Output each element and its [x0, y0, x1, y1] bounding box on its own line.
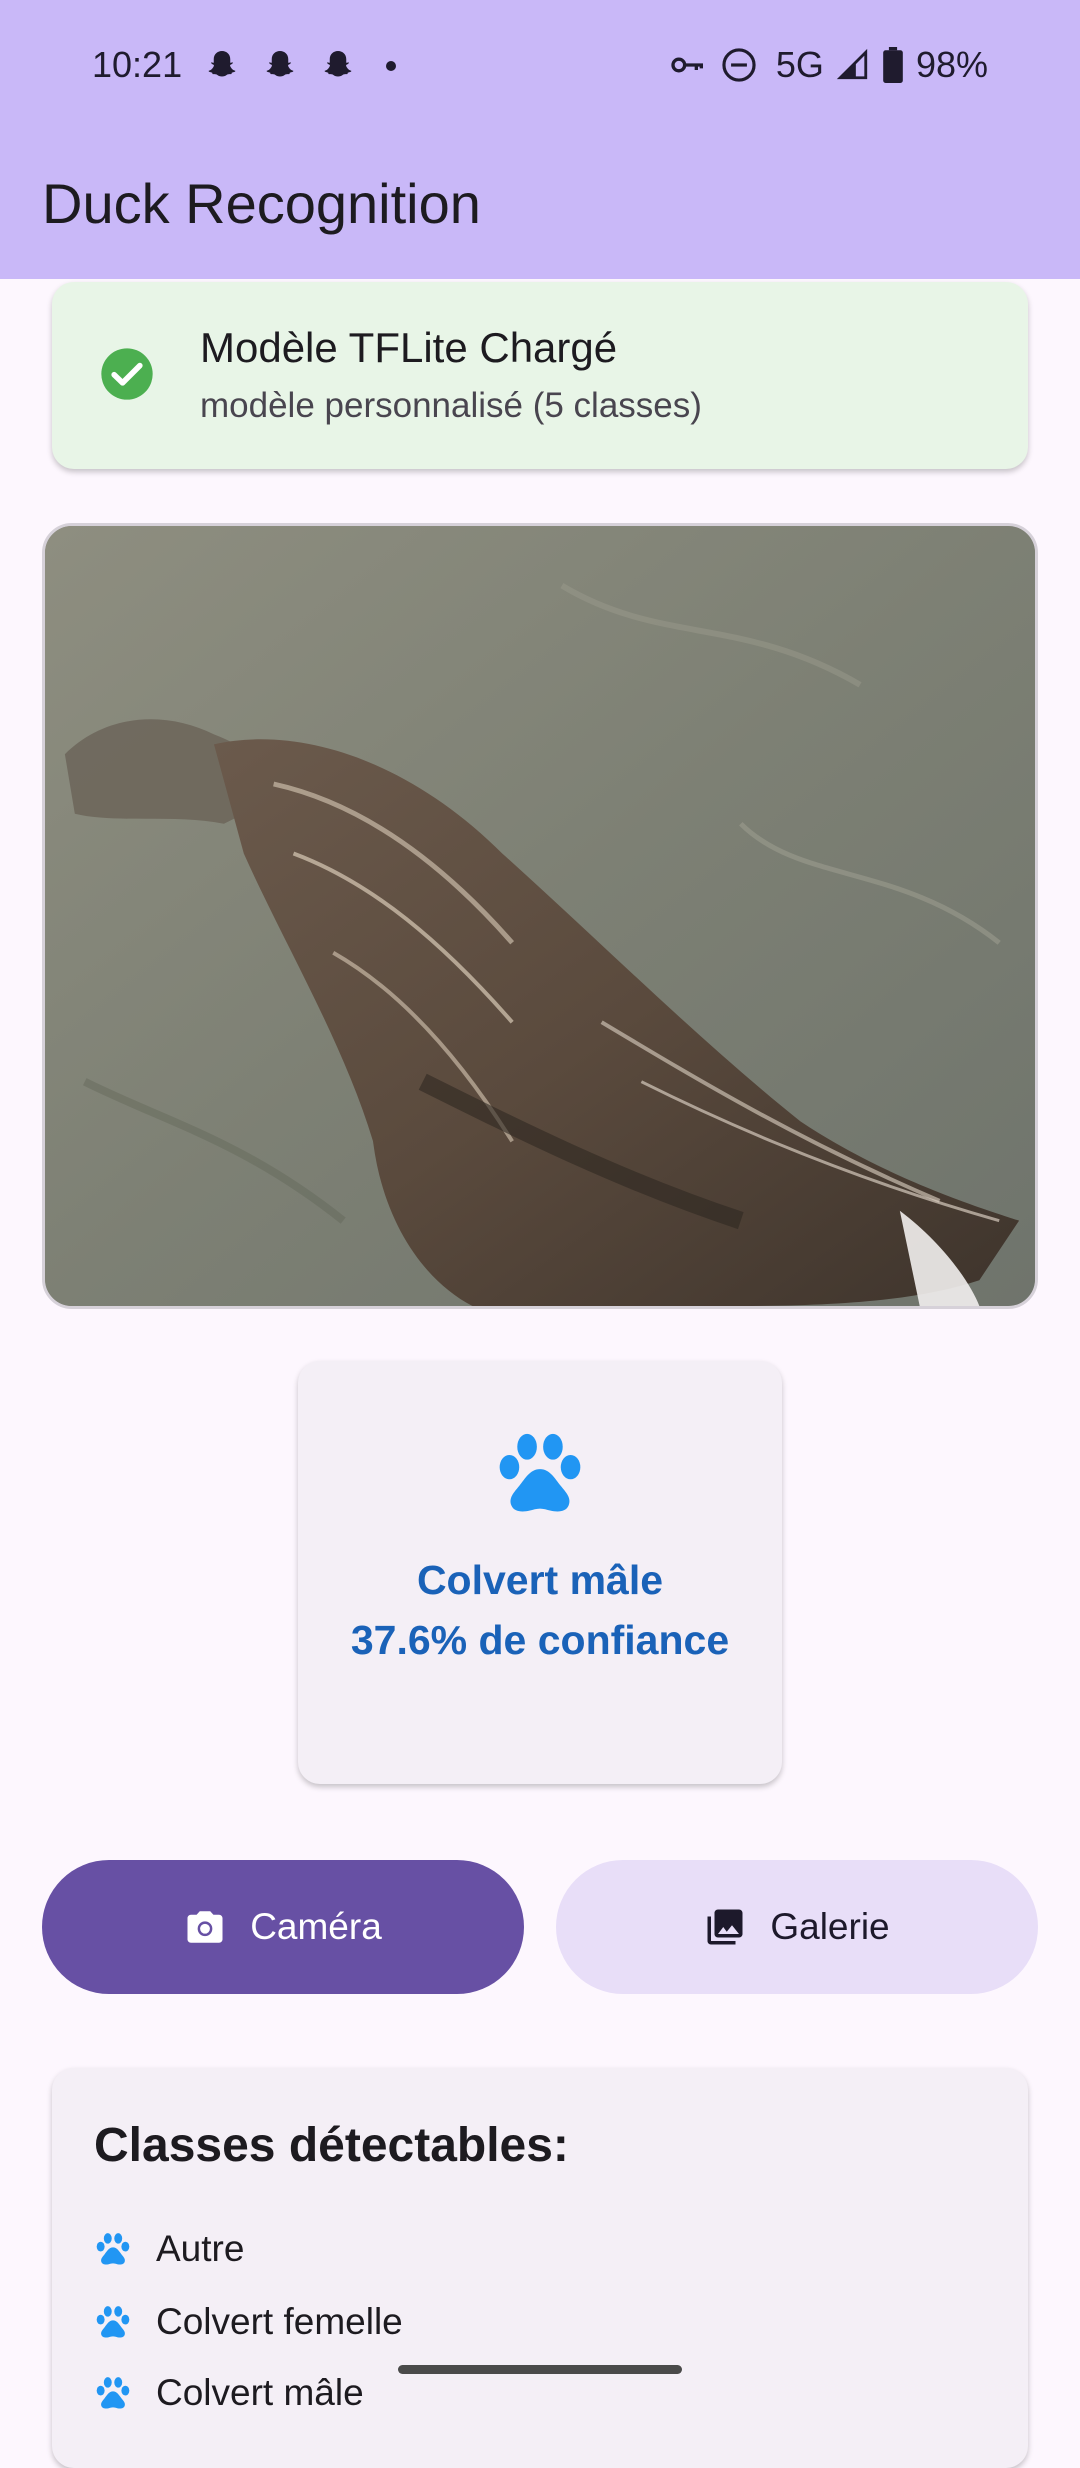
- snapchat-icon: [324, 51, 352, 77]
- status-bar: 10:21 5G 98%: [0, 0, 1080, 135]
- camera-button[interactable]: Caméra: [42, 1860, 524, 1994]
- camera-button-label: Caméra: [250, 1906, 382, 1947]
- do-not-disturb-icon: [722, 48, 756, 82]
- home-indicator[interactable]: [398, 2365, 682, 2374]
- vpn-key-icon: [671, 57, 703, 73]
- app-bar: Duck Recognition: [0, 135, 1080, 279]
- signal-icon: [836, 48, 868, 80]
- duck-photo: [42, 523, 1038, 1309]
- prediction-confidence: 37.6% de confiance: [350, 1617, 730, 1663]
- gallery-button[interactable]: Galerie: [556, 1860, 1038, 1994]
- check-circle-icon: [101, 348, 153, 400]
- paw-icon: [96, 2306, 130, 2338]
- class-label: Colvert mâle: [156, 2372, 364, 2413]
- battery-icon: [883, 47, 903, 83]
- prediction-label: Colvert mâle: [416, 1557, 664, 1603]
- class-list-item: Colvert femelle: [94, 2301, 403, 2343]
- class-label: Colvert femelle: [156, 2301, 403, 2342]
- status-time: 10:21: [92, 44, 183, 85]
- paw-icon: [96, 2233, 130, 2265]
- network-type: 5G: [775, 44, 824, 85]
- snapchat-icon: [266, 51, 294, 77]
- class-label: Autre: [156, 2228, 245, 2269]
- camera-icon: [187, 1911, 223, 1943]
- paw-icon: [499, 1433, 581, 1512]
- gallery-icon: [707, 1909, 743, 1945]
- more-notifications-dot: [386, 61, 396, 71]
- duck-photo-image: [45, 526, 1035, 1306]
- snapchat-icon: [208, 51, 236, 77]
- battery-level: 98%: [915, 44, 988, 85]
- model-status-title: Modèle TFLite Chargé: [200, 324, 618, 371]
- model-status-card: Modèle TFLite Chargé modèle personnalisé…: [52, 282, 1028, 469]
- prediction-result-card: Colvert mâle 37.6% de confiance: [298, 1361, 782, 1784]
- paw-icon: [96, 2377, 130, 2409]
- class-list-item: Colvert mâle: [94, 2372, 364, 2414]
- detectable-classes-card: Classes détectables: Autre Colvert femel…: [52, 2068, 1028, 2468]
- classes-title: Classes détectables:: [94, 2119, 569, 2172]
- status-indicators: 5G 98%: [668, 44, 988, 86]
- class-list-item: Autre: [94, 2228, 244, 2270]
- app-title: Duck Recognition: [42, 172, 481, 235]
- gallery-button-label: Galerie: [770, 1906, 890, 1947]
- model-status-subtitle: modèle personnalisé (5 classes): [200, 386, 702, 425]
- notification-icons: [204, 48, 396, 84]
